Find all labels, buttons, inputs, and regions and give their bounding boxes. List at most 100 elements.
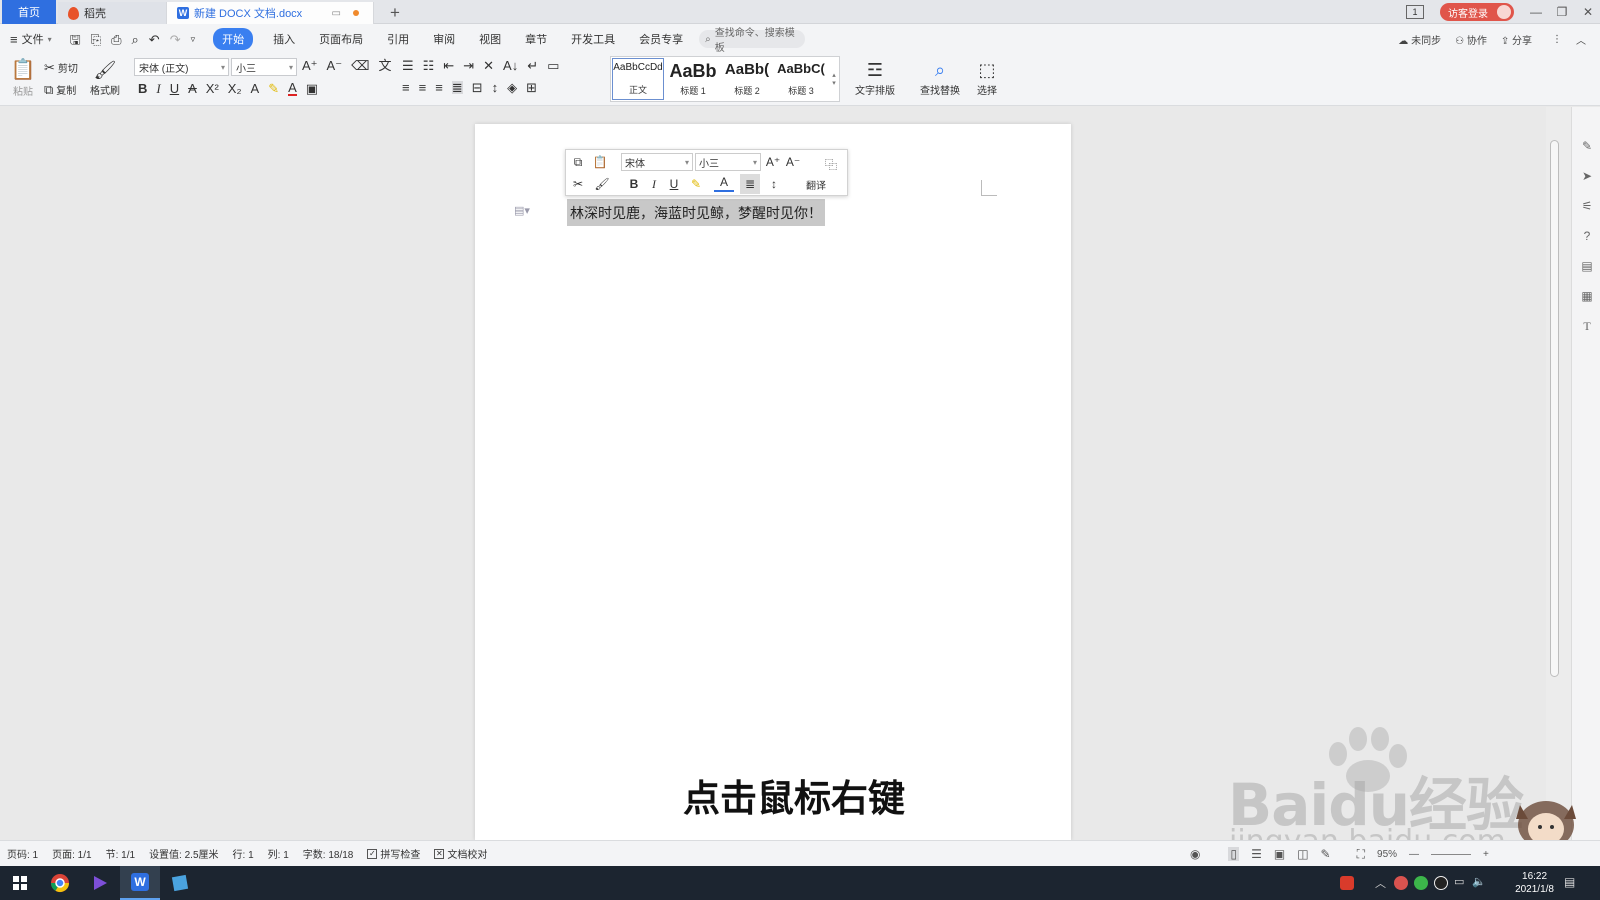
char-border-icon[interactable]: ▣	[306, 82, 318, 95]
strikethrough-icon[interactable]: A	[188, 82, 197, 95]
copy-button[interactable]: ⧉ 复制	[44, 81, 76, 97]
customize-icon[interactable]: ▿	[191, 34, 196, 44]
collapse-ribbon-icon[interactable]: ︿	[1576, 32, 1586, 47]
notes-app-icon[interactable]	[160, 866, 200, 900]
subscript-icon[interactable]: X₂	[228, 82, 242, 95]
italic-icon[interactable]: I	[156, 82, 160, 95]
guest-login-button[interactable]: 访客登录	[1440, 3, 1514, 21]
mini-translate-button[interactable]: 翻译	[806, 177, 826, 192]
chinese-layout-icon[interactable]: ✕	[483, 59, 494, 72]
style-heading-1[interactable]: AaBb 标题 1	[666, 58, 720, 100]
fit-page-icon[interactable]: ⛶	[1357, 847, 1365, 862]
spell-check-toggle[interactable]: ✓ 拼写检查	[360, 846, 427, 861]
eye-protect-icon[interactable]: ◉	[1190, 847, 1200, 861]
minimize-icon[interactable]: —	[1524, 0, 1548, 24]
tab-references[interactable]: 引用	[375, 24, 421, 54]
wps-taskbar-icon[interactable]: W	[120, 866, 160, 900]
borders-icon[interactable]: ⊞	[526, 81, 537, 94]
mini-highlight-icon[interactable]: ✎	[686, 174, 706, 194]
phonetic-icon[interactable]: 文	[378, 59, 391, 72]
collab-button[interactable]: ⚇ 协作	[1455, 32, 1487, 47]
mini-line-spacing-icon[interactable]: ↕	[764, 174, 784, 194]
network-icon[interactable]: ▭	[1454, 875, 1464, 888]
align-center-icon[interactable]: ≡	[419, 81, 427, 94]
status-setting[interactable]: 设置值: 2.5厘米	[142, 846, 225, 861]
status-pages[interactable]: 页面: 1/1	[45, 846, 98, 861]
zoom-out-icon[interactable]: —	[1409, 849, 1419, 860]
grow-font-icon[interactable]: A⁺	[302, 59, 318, 72]
share-button[interactable]: ⇪ 分享	[1501, 32, 1532, 47]
underline-icon[interactable]: U	[170, 82, 179, 95]
mini-shrink-font-icon[interactable]: A⁻	[783, 152, 803, 172]
style-heading-2[interactable]: AaBb( 标题 2	[720, 58, 774, 100]
help-icon[interactable]: ?	[1578, 227, 1596, 245]
status-page-code[interactable]: 页码: 1	[0, 846, 45, 861]
sogou-ime-icon[interactable]	[1340, 876, 1354, 890]
text-icon[interactable]: T	[1578, 317, 1596, 335]
sort-icon[interactable]: A↓	[503, 59, 518, 72]
close-icon[interactable]: ✕	[1576, 0, 1600, 24]
command-search-input[interactable]: ⌕ 查找命令、搜索模板	[699, 28, 806, 54]
zoom-in-icon[interactable]: +	[1483, 849, 1489, 860]
mini-size-select[interactable]: 小三	[695, 153, 761, 171]
selected-text[interactable]: 林深时见鹿，海蓝时见鲸，梦醒时见你！	[567, 199, 825, 226]
mini-cut-icon[interactable]: ✂	[568, 174, 588, 194]
sync-button[interactable]: ☁ 未同步	[1398, 32, 1441, 47]
style-normal[interactable]: AaBbCcDd 正文	[612, 58, 664, 100]
line-spacing-icon[interactable]: ↕	[492, 81, 499, 94]
paragraph-layout-icon[interactable]: ▤▾	[514, 204, 534, 218]
superscript-icon[interactable]: X²	[206, 82, 219, 95]
tab-insert[interactable]: 插入	[261, 24, 307, 54]
adjust-icon[interactable]: ⚟	[1578, 197, 1596, 215]
show-marks-icon[interactable]: ↵	[527, 59, 538, 72]
mini-format-painter-icon[interactable]: 🖌	[592, 174, 612, 194]
tab-review[interactable]: 审阅	[421, 24, 467, 54]
new-tab-button[interactable]: +	[384, 2, 406, 24]
taskbar-clock[interactable]: 16:22 2021/1/8	[1515, 870, 1554, 896]
doc-proof-button[interactable]: ✕ 文档校对	[427, 846, 494, 861]
mini-paste-icon[interactable]: 📋	[590, 152, 610, 172]
volume-icon[interactable]: 🔈	[1472, 875, 1486, 888]
zoom-slider[interactable]	[1431, 853, 1472, 855]
mini-copy-icon[interactable]: ⧉	[568, 152, 588, 172]
font-color-icon[interactable]: A	[288, 81, 297, 96]
read-view-icon[interactable]: ◫	[1297, 847, 1308, 861]
wechat-tray-icon[interactable]	[1414, 876, 1428, 890]
print-icon[interactable]: ⎙	[111, 33, 121, 46]
output-pdf-icon[interactable]: ⎘	[91, 33, 101, 46]
restore-icon[interactable]: ❐	[1550, 0, 1574, 24]
status-section[interactable]: 节: 1/1	[99, 846, 142, 861]
media-player-icon[interactable]	[80, 866, 120, 900]
text-effect-icon[interactable]: A	[251, 82, 260, 95]
status-col[interactable]: 列: 1	[261, 846, 296, 861]
tab-document[interactable]: W 新建 DOCX 文档.docx ▭	[166, 2, 374, 24]
align-left-icon[interactable]: ≡	[402, 81, 410, 94]
status-row[interactable]: 行: 1	[226, 846, 261, 861]
style-heading-3[interactable]: AaBbC( 标题 3	[774, 58, 828, 100]
page-count-badge[interactable]: 1	[1406, 5, 1424, 19]
windows-start-icon[interactable]	[0, 866, 40, 900]
zoom-level[interactable]: 95%	[1377, 849, 1397, 860]
tab-daoke[interactable]: 稻壳	[58, 2, 166, 24]
paste-button[interactable]: 📋 粘贴	[6, 57, 40, 101]
tab-member[interactable]: 会员专享	[627, 24, 695, 54]
mini-font-color-icon[interactable]: A	[714, 174, 734, 192]
document-page[interactable]	[475, 124, 1071, 840]
tab-chapter[interactable]: 章节	[513, 24, 559, 54]
edit-pen-icon[interactable]: ✎	[1578, 137, 1596, 155]
tab-page-layout[interactable]: 页面布局	[307, 24, 375, 54]
tab-screen-icon[interactable]: ▭	[332, 8, 341, 19]
mini-translate-icon[interactable]: ⿻	[818, 153, 844, 175]
page-view-icon[interactable]: ▯	[1228, 847, 1240, 861]
qq-tray-icon[interactable]	[1434, 876, 1448, 890]
doc-check-icon[interactable]: ▤	[1578, 257, 1596, 275]
find-replace-button[interactable]: ⌕ 查找替换	[914, 57, 966, 101]
mini-grow-font-icon[interactable]: A⁺	[763, 152, 783, 172]
decrease-indent-icon[interactable]: ⇤	[443, 59, 454, 72]
text-layout-button[interactable]: ☲ 文字排版	[850, 57, 900, 101]
clear-format-icon[interactable]: ⌫	[351, 59, 369, 72]
numbered-list-icon[interactable]: ☷	[423, 59, 435, 72]
font-size-select[interactable]: 小三	[231, 58, 297, 76]
bold-icon[interactable]: B	[138, 82, 147, 95]
redo-icon[interactable]: ↷	[170, 33, 181, 46]
